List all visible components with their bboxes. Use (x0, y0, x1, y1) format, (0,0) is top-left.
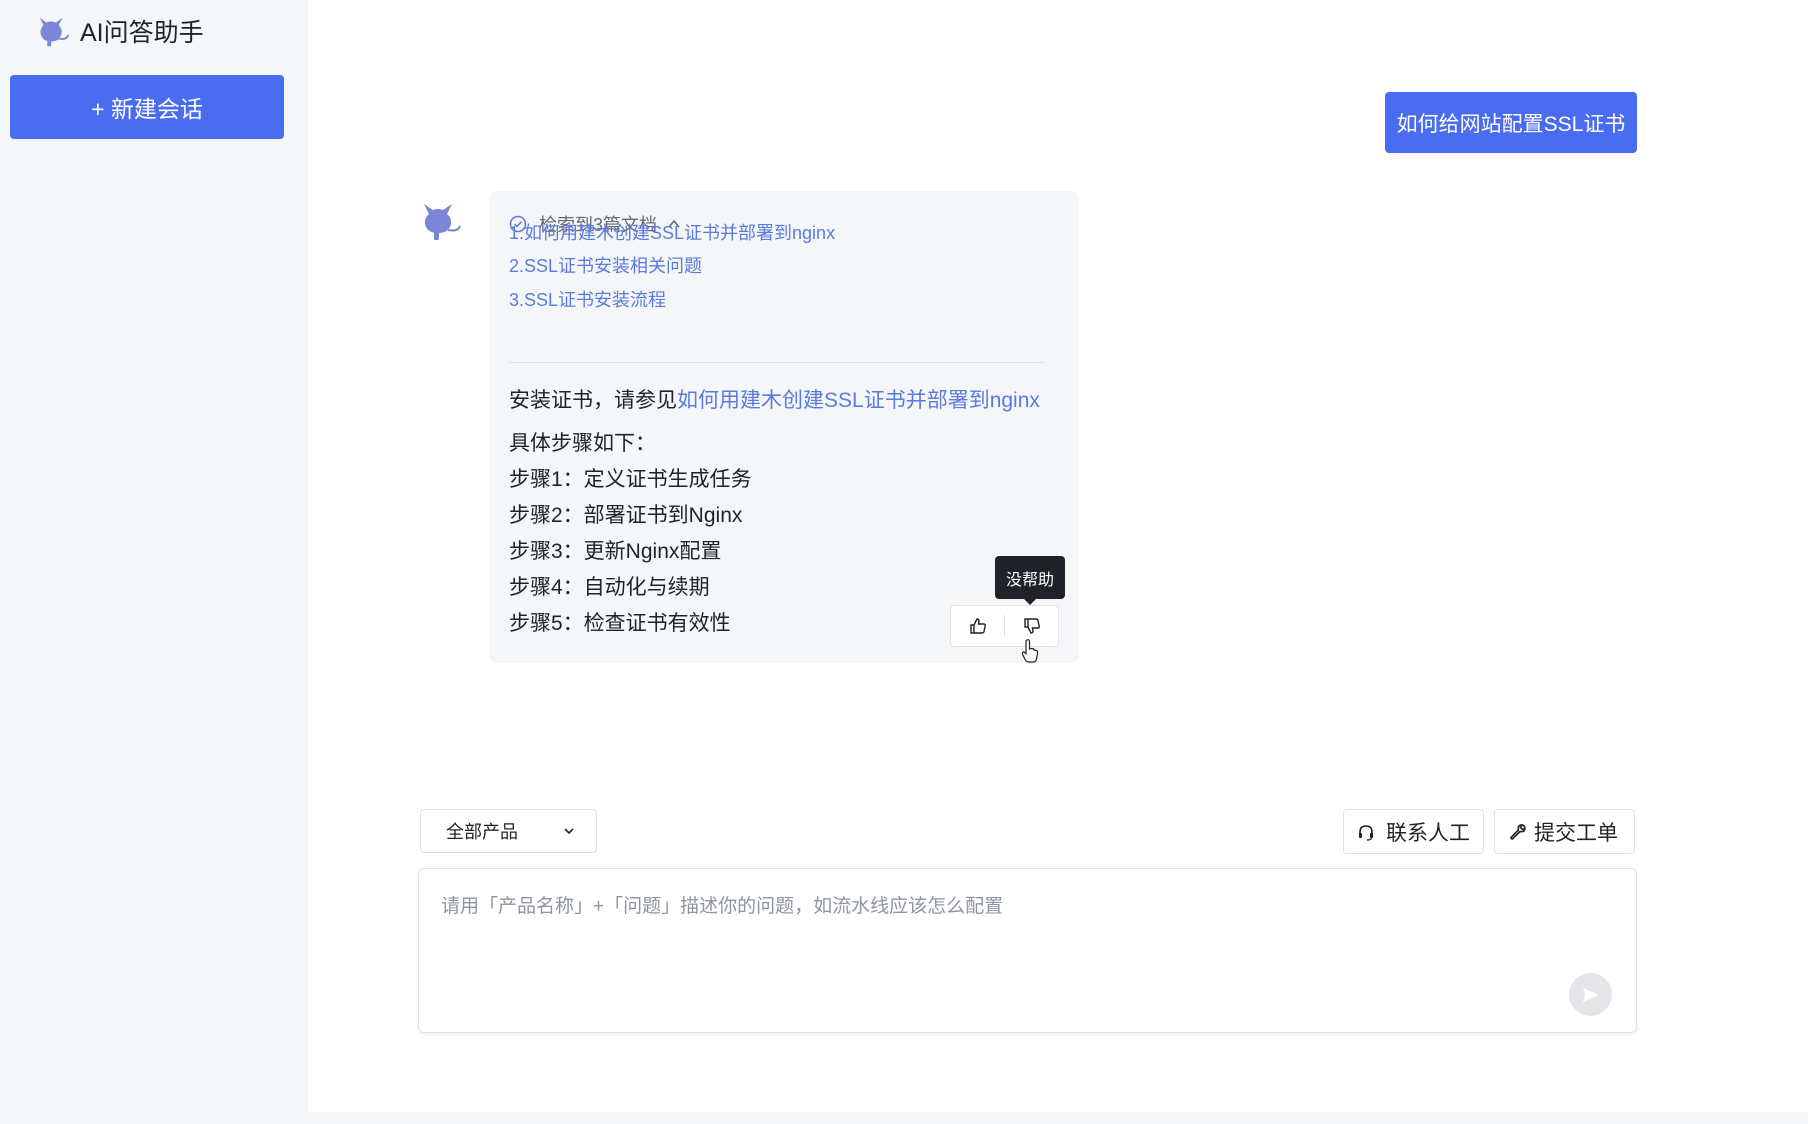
step-item: 步骤3：更新Nginx配置 (509, 540, 722, 563)
step-item: 步骤4：自动化与续期 (509, 576, 710, 599)
answer-intro-text: 安装证书，请参见 (509, 389, 677, 412)
answer-intro: 安装证书，请参见如何用建木创建SSL证书并部署到nginx (509, 384, 1040, 414)
send-button[interactable] (1569, 973, 1612, 1016)
submit-ticket-label: 提交工单 (1534, 821, 1618, 845)
doc-link-2[interactable]: 2.SSL证书安装相关问题 (509, 252, 702, 278)
cat-logo-icon (39, 17, 70, 47)
contact-human-label: 联系人工 (1386, 821, 1470, 845)
chevron-down-icon (564, 828, 574, 835)
new-chat-button[interactable]: + 新建会话 (10, 75, 284, 139)
product-select-value: 全部产品 (446, 822, 518, 842)
headset-icon (1359, 824, 1373, 841)
step-item: 步骤2：部署证书到Nginx (509, 504, 743, 527)
steps-heading: 具体步骤如下： (509, 432, 656, 455)
app-title: AI问答助手 (80, 19, 204, 47)
answer-inline-link[interactable]: 如何用建木创建SSL证书并部署到nginx (677, 389, 1040, 412)
step-item: 步骤5：检查证书有效性 (509, 612, 731, 635)
thumbs-up-icon (969, 618, 986, 634)
sidebar: AI问答助手 + 新建会话 (0, 0, 308, 1124)
contact-human-button[interactable]: 联系人工 (1343, 809, 1484, 854)
step-item: 步骤1：定义证书生成任务 (509, 468, 752, 491)
bot-avatar-icon (424, 204, 461, 240)
app-logo: AI问答助手 (34, 10, 204, 52)
doc-link-3[interactable]: 3.SSL证书安装流程 (509, 286, 666, 312)
divider (509, 362, 1045, 363)
send-icon (1582, 987, 1599, 1002)
thumbs-up-button[interactable] (951, 606, 1004, 646)
hand-cursor-icon (1021, 639, 1039, 663)
tooltip: 没帮助 (995, 556, 1065, 605)
feedback-group (950, 605, 1059, 647)
message-input[interactable] (439, 889, 1603, 983)
doc-link-1[interactable]: 1.如何用建木创建SSL证书并部署到nginx (509, 219, 835, 245)
wrench-icon (1510, 823, 1526, 840)
user-message: 如何给网站配置SSL证书 (1385, 92, 1637, 153)
thumbs-down-icon (1023, 618, 1040, 634)
product-select[interactable]: 全部产品 (420, 809, 597, 853)
message-composer (418, 868, 1637, 1033)
answer-card: 检索到3篇文档 1.如何用建木创建SSL证书并部署到nginx 2.SSL证书安… (489, 191, 1079, 663)
submit-ticket-button[interactable]: 提交工单 (1494, 809, 1635, 854)
